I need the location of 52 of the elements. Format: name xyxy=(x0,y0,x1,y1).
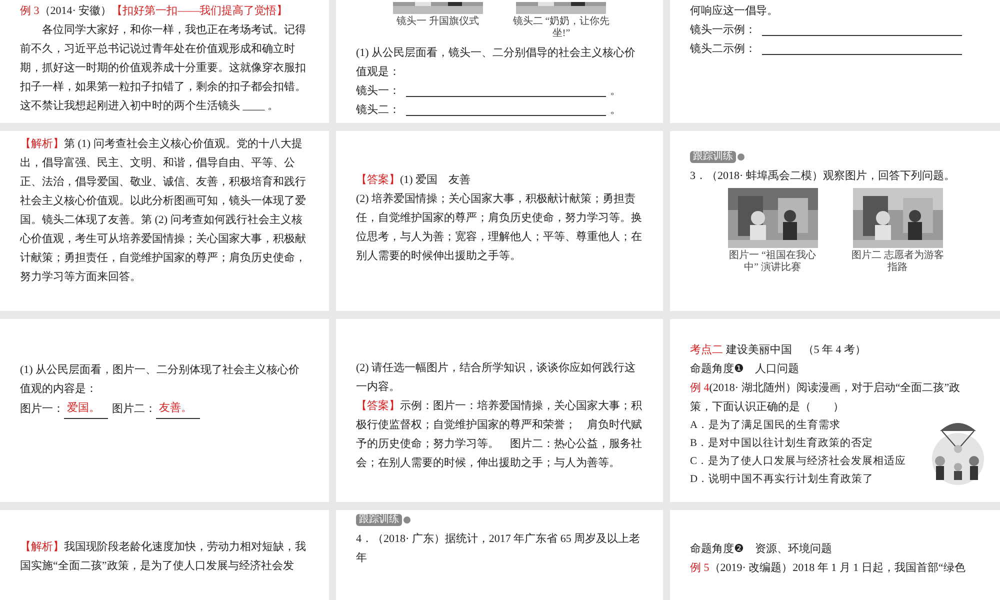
paragraph: 【解析】我国现阶段老龄化速度加快，劳动力相对短缺，我国实施“全面二孩”政策，是为了使人口发展与经济社会发 xyxy=(20,540,307,574)
fill-in-line[interactable]: 友善。 xyxy=(156,399,200,419)
period-text: 。 xyxy=(610,84,621,99)
fill-in-line[interactable]: 爱国。 xyxy=(64,399,108,419)
field-label: 图片二： xyxy=(112,402,156,417)
paragraph: (1) 从公民层面看，图片一、二分别体现了社会主义核心价值观的内容是： xyxy=(20,362,301,397)
slide[interactable]: 镜头一 升国旗仪式 镜头二 “奶奶，让你先坐!” (1) 从公民层面看，镜头一、二分别倡导的社会主义核心价值观是： 镜头一： 。 镜头二： 。 xyxy=(336,0,663,123)
slide[interactable]: 例 3（2014· 安徽）【扣好第一扣——我们提高了觉悟】 各位同学大家好，和你一样，我也正在考场考试。记得前不久，习近平总书记说过青年处在价值观形成和确立时期，抓好这一时期的价值观养成十分重要。这就像穿衣服扣扣子一样，如果第一粒扣子扣错了，剩余的扣子都会扣错。这不禁让我想起刚进入初中时的两个生活镜头 ____ 。 xyxy=(0,0,329,123)
paragraph: 【解析】第 (1) 问考查社会主义核心价值观。党的十八大提出，倡导富强、民主、文明、和谐，倡导自由、平等、公正、法治，倡导爱国、敬业、诚信、友善，积极培育和践行社会主义核心价值观。以此分析图画可知，镜头一体现了爱国。镜头二体现了友善。第 (2) 问考查如何践行社会主义核心价值观，考生可从培养爱国情操；关心国家大事，积极献计献策；勇担责任，自觉维护国家的尊严；肩负历史使命，努力学习等方面来回答。 xyxy=(20,136,307,285)
slide[interactable]: 何响应这一倡导。 镜头一示例： 镜头二示例： xyxy=(670,0,1000,123)
field-label: 镜头一示例： xyxy=(690,23,756,38)
paragraph: 【答案】(1) 爱国 友善 xyxy=(356,172,472,188)
slide[interactable]: 命题角度❷ 资源、环境问题 例 5（2019· 改编题）2018 年 1 月 1 日起，我国首部“绿色 xyxy=(670,510,1000,600)
section-tag: 跟踪训练 xyxy=(690,151,736,163)
field-label: 镜头二示例： xyxy=(690,42,756,57)
paragraph: 命题角度❷ 资源、环境问题 xyxy=(690,542,833,557)
paragraph: 命题角度❶ 人口问题 xyxy=(690,362,800,377)
answer-option: B．是对中国以往计划生育政策的否定 xyxy=(690,435,980,453)
paragraph: 何响应这一倡导。 xyxy=(690,4,779,19)
photo-caption: 图片二 志愿者为游客指路 xyxy=(850,250,945,274)
paragraph: 各位同学大家好，和你一样，我也正在考场考试。记得前不久，习近平总书记说过青年处在价值观形成和确立时期，抓好这一时期的价值观养成十分重要。这就像穿衣服扣扣子一样，如果第一粒扣子扣错了，剩余的扣子都会扣错。这不禁让我想起刚进入初中时的两个生活镜头 ____ 。 xyxy=(20,22,307,114)
paragraph: 例 3（2014· 安徽）【扣好第一扣——我们提高了觉悟】 xyxy=(20,4,289,19)
period-text: 。 xyxy=(610,103,621,118)
paragraph: 考点二 建设美丽中国 （5 年 4 考） xyxy=(690,342,867,358)
field-label: 镜头一： xyxy=(356,84,400,99)
answer-option: A．是为了满足国民的生育需求 xyxy=(690,417,980,435)
paragraph: 例 5（2019· 改编题）2018 年 1 月 1 日起，我国首部“绿色 xyxy=(690,560,966,576)
paragraph: (2) 请任选一幅图片，结合所学知识，谈谈你应如何践行这一内容。 xyxy=(356,360,637,395)
slide[interactable]: 跟踪训练 4．（2018· 广东）据统计，2017 年广东省 65 周岁及以上老年 xyxy=(336,510,663,600)
slide[interactable]: (1) 从公民层面看，图片一、二分别体现了社会主义核心价值观的内容是： 图片一： 爱国。 图片二： 友善。 xyxy=(0,319,329,502)
number-icon xyxy=(737,153,745,161)
photo-caption: 镜头一 升国旗仪式 xyxy=(396,16,479,28)
field-label: 镜头二： xyxy=(356,103,400,118)
answer-option: C．是为了使人口发展与经济社会发展相适应 xyxy=(690,453,980,471)
section-tag: 跟踪训练 xyxy=(356,514,402,526)
field-label: 图片一： xyxy=(20,402,64,417)
slide[interactable]: 【答案】(1) 爱国 友善 (2) 培养爱国情操；关心国家大事，积极献计献策；勇担责任，自觉维护国家的尊严；肩负历史使命，努力学习等。换位思考，与人为善；宽容，理解他人；平等、尊重他人；在别人需要的时候伸出援助之手等。 xyxy=(336,131,663,311)
photo-caption: 镜头二 “奶奶，让你先坐!” xyxy=(512,16,611,40)
paragraph: 【答案】示例：图片一：培养爱国情操，关心国家大事；积极行使监督权；自觉维护国家的尊严和荣誉； 肩负时代赋予的历史使命；努力学习等。 图片二：热心公益，服务社会；在别人需要的时候，伸出援助之手；与人为善等。 xyxy=(356,398,643,471)
slide[interactable]: 跟踪训练 3．（2018· 蚌埠禹会二模）观察图片，回答下列问题。 图片一 “祖国在我心中” 演讲比赛 图片二 志愿者为游客指路 xyxy=(670,131,1000,311)
paragraph: (2) 培养爱国情操；关心国家大事，积极献计献策；勇担责任，自觉维护国家的尊严；肩负历史使命，努力学习等。换位思考，与人为善；宽容，理解他人；平等、尊重他人；在别人需要的时候伸出援助之手等。 xyxy=(356,192,643,264)
slide[interactable]: 考点二 建设美丽中国 （5 年 4 考） 命题角度❶ 人口问题 例 4(2018· 湖北随州）阅读漫画，对于启动“全面二孩”政策，下面认识正确的是（ ） A．是为了满足国民的生育需求 B．是对中国以往计划生育政策的否定 C．是为了使人口发展与经济社会发展相适应 D．说明中国不再实行计划生育政策了 xyxy=(670,319,1000,502)
paragraph: 3．（2018· 蚌埠禹会二模）观察图片，回答下列问题。 xyxy=(690,168,956,184)
number-icon xyxy=(403,516,411,524)
slide[interactable]: 【解析】第 (1) 问考查社会主义核心价值观。党的十八大提出，倡导富强、民主、文明、和谐，倡导自由、平等、公正、法治，倡导爱国、敬业、诚信、友善，积极培育和践行社会主义核心价值观。以此分析图画可知，镜头一体现了爱国。镜头二体现了友善。第 (2) 问考查如何践行社会主义核心价值观，考生可从培养爱国情操；关心国家大事，积极献计献策；勇担责任，自觉维护国家的尊严；肩负历史使命，努力学习等方面来回答。 xyxy=(0,131,329,311)
paragraph: (1) 从公民层面看，镜头一、二分别倡导的社会主义核心价值观是： xyxy=(356,46,637,80)
slide[interactable]: 【解析】我国现阶段老龄化速度加快，劳动力相对短缺，我国实施“全面二孩”政策，是为了使人口发展与经济社会发 xyxy=(0,510,329,600)
paragraph: 例 4(2018· 湖北随州）阅读漫画，对于启动“全面二孩”政策，下面认识正确的是（ ） xyxy=(690,380,962,415)
photo-caption: 图片一 “祖国在我心中” 演讲比赛 xyxy=(728,250,817,274)
slide[interactable]: (2) 请任选一幅图片，结合所学知识，谈谈你应如何践行这一内容。 【答案】示例：图片一：培养爱国情操，关心国家大事；积极行使监督权；自觉维护国家的尊严和荣誉； 肩负时代赋予的历史使命；努力学习等。 图片二：热心公益，服务社会；在别人需要的时候，伸出援助之手；与人为善等。 xyxy=(336,319,663,502)
answer-option: D．说明中国不再实行计划生育政策了 xyxy=(690,471,980,489)
paragraph: 4．（2018· 广东）据统计，2017 年广东省 65 周岁及以上老年 xyxy=(356,532,642,566)
